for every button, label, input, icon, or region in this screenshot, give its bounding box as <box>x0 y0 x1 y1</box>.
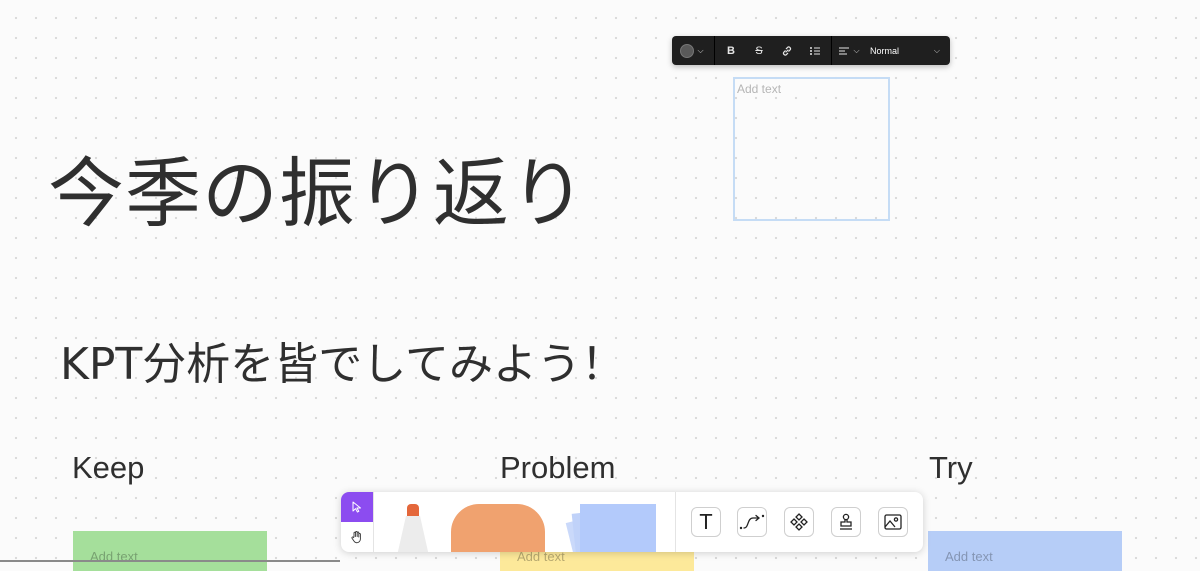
text-format-toolbar: ⌵ B S ⌵ Normal ⌵ <box>672 36 950 65</box>
component-icon <box>790 513 808 531</box>
color-dot-icon <box>680 43 695 58</box>
canvas-edge-line <box>0 560 340 562</box>
align-left-icon <box>839 46 850 55</box>
shape-tool[interactable] <box>451 504 545 552</box>
column-heading-problem[interactable]: Problem <box>500 450 615 486</box>
component-tool-button[interactable] <box>784 507 814 537</box>
chevron-down-icon: ⌵ <box>697 45 704 55</box>
chevron-down-icon: ⌵ <box>853 45 860 55</box>
text-style-select[interactable]: Normal ⌵ <box>864 36 946 65</box>
marker-cap <box>407 504 419 517</box>
text-color-picker[interactable]: ⌵ <box>672 36 712 65</box>
strikethrough-button[interactable]: S <box>745 36 773 65</box>
align-dropdown[interactable]: ⌵ <box>834 36 864 65</box>
hand-mode-button[interactable] <box>341 522 373 552</box>
marker-tool[interactable] <box>397 502 429 552</box>
toolbar-divider <box>714 36 715 65</box>
connector-icon <box>739 514 765 530</box>
image-icon <box>884 514 902 530</box>
chevron-down-icon: ⌵ <box>933 45 940 55</box>
stamp-icon <box>840 513 852 530</box>
board-subtitle[interactable]: KPT分析を皆でしてみよう！ <box>60 328 625 392</box>
text-tool-icon: T <box>699 510 713 534</box>
hand-icon <box>351 530 361 544</box>
column-heading-keep[interactable]: Keep <box>72 450 144 486</box>
sticky-note-tool[interactable] <box>565 504 656 552</box>
link-button[interactable] <box>773 36 801 65</box>
stamp-tool-button[interactable] <box>831 507 861 537</box>
mode-switcher <box>341 492 374 552</box>
bold-button[interactable]: B <box>717 36 745 65</box>
selected-text-box[interactable]: Add text <box>733 77 890 221</box>
creation-dock: T <box>341 492 923 552</box>
board-title[interactable]: 今季の振り返り <box>48 132 587 242</box>
text-tool-button[interactable]: T <box>691 507 721 537</box>
pointer-icon <box>352 501 361 513</box>
marker-body <box>397 516 429 552</box>
toolbar-divider <box>831 36 832 65</box>
sticky-note-keep[interactable]: Add text <box>73 531 267 571</box>
connector-tool-button[interactable] <box>737 507 767 537</box>
bullet-list-icon <box>810 46 820 55</box>
select-mode-button[interactable] <box>341 492 373 522</box>
link-icon <box>782 45 792 56</box>
column-heading-try[interactable]: Try <box>929 450 973 486</box>
dock-divider <box>675 492 676 552</box>
text-style-value: Normal <box>870 45 900 56</box>
sticky-note-try[interactable]: Add text <box>928 531 1122 571</box>
bullet-list-button[interactable] <box>801 36 829 65</box>
image-tool-button[interactable] <box>878 507 908 537</box>
sticky-stack-front <box>580 504 656 552</box>
